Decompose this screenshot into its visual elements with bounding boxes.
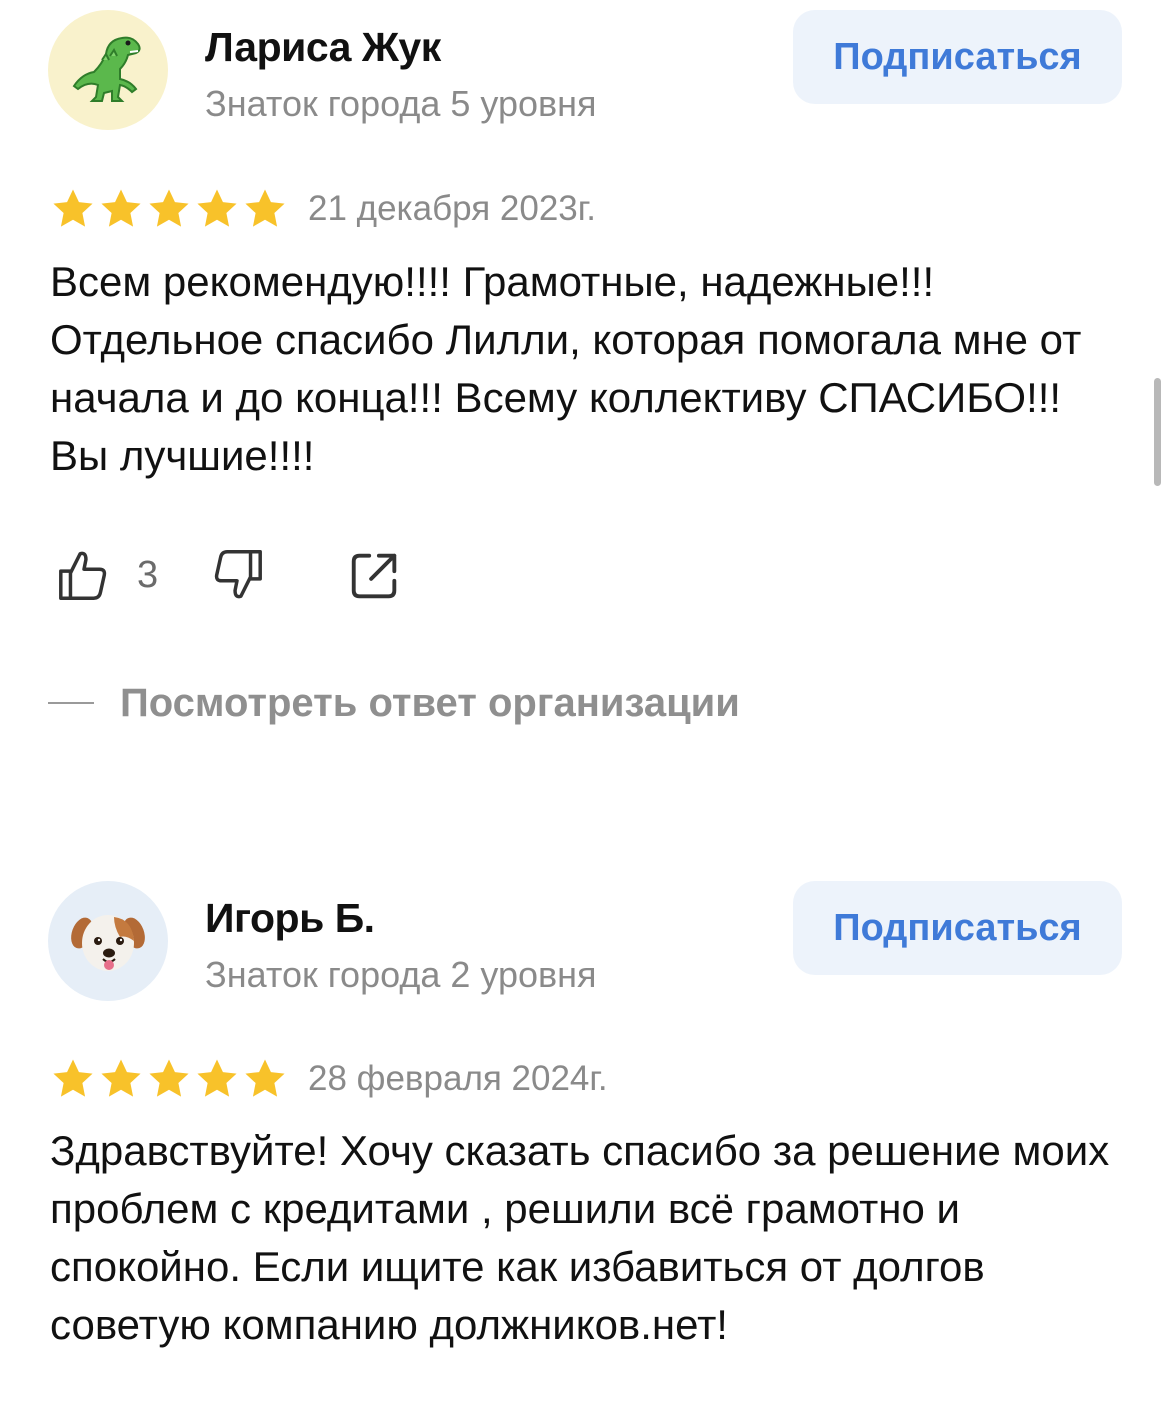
subscribe-button[interactable]: Подписаться — [793, 10, 1122, 104]
org-response-link[interactable]: Посмотреть ответ организации — [48, 678, 740, 728]
star-icon — [197, 1059, 237, 1097]
author-name[interactable]: Игорь Б. — [205, 895, 375, 942]
dash-divider — [48, 702, 94, 704]
subscribe-button[interactable]: Подписаться — [793, 881, 1122, 975]
rating-stars — [50, 186, 288, 232]
star-icon — [53, 1059, 93, 1097]
dinosaur-icon — [72, 36, 141, 102]
org-response-label: Посмотреть ответ организации — [120, 680, 740, 725]
avatar[interactable] — [48, 881, 168, 1001]
rating-row: 28 февраля 2024г. — [50, 1056, 608, 1102]
review-text: Всем рекомендую!!!! Грамотные, надежные!… — [50, 258, 1082, 479]
star-icon — [149, 189, 189, 227]
star-icon — [101, 189, 141, 227]
star-icon — [245, 1059, 285, 1097]
review-date: 21 декабря 2023г. — [308, 189, 596, 228]
star-icon — [149, 1059, 189, 1097]
avatar[interactable] — [48, 10, 168, 130]
scrollbar[interactable] — [1154, 378, 1161, 486]
star-icon — [53, 189, 93, 227]
author-level: Знаток города 5 уровня — [205, 83, 597, 124]
review-actions: 3 — [55, 545, 404, 605]
review-text: Здравствуйте! Хочу сказать спасибо за ре… — [50, 1127, 1110, 1348]
thumbs-down-icon[interactable] — [208, 546, 266, 604]
rating-row: 21 декабря 2023г. — [50, 186, 596, 232]
star-icon — [101, 1059, 141, 1097]
author-level: Знаток города 2 уровня — [205, 954, 597, 995]
puppy-icon — [71, 915, 145, 971]
thumbs-up-icon[interactable] — [55, 546, 113, 604]
star-icon — [197, 189, 237, 227]
like-count: 3 — [137, 553, 159, 596]
review-date: 28 февраля 2024г. — [308, 1059, 608, 1098]
rating-stars — [50, 1056, 288, 1102]
star-icon — [245, 189, 285, 227]
share-icon[interactable] — [346, 546, 404, 604]
author-name[interactable]: Лариса Жук — [205, 24, 441, 71]
